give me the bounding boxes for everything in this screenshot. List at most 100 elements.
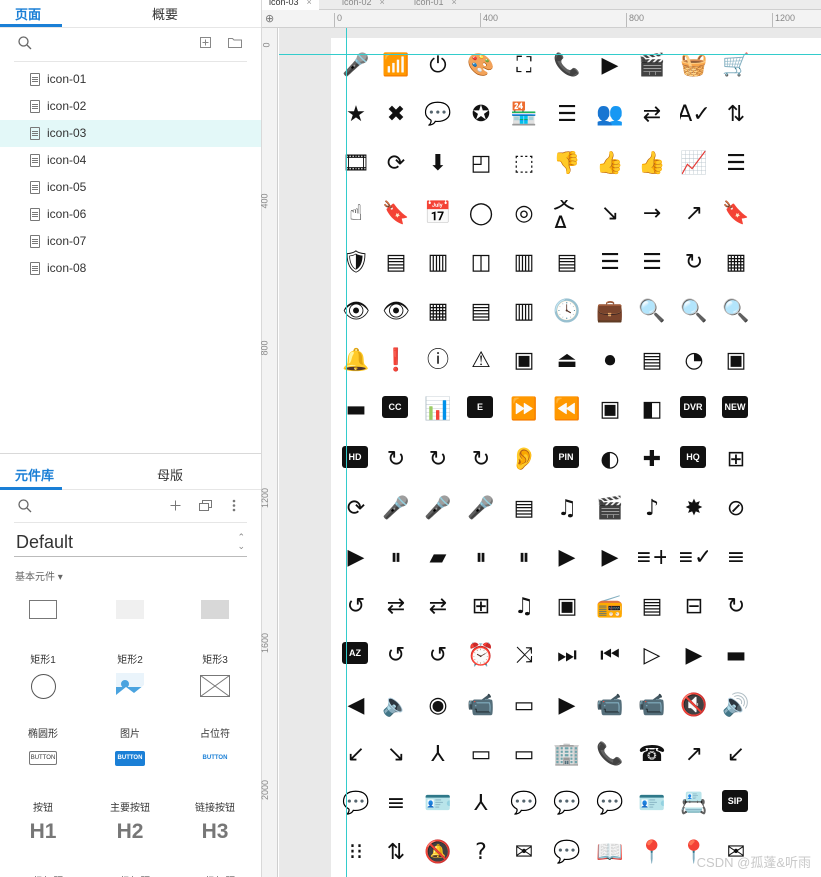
icon-r13-c10-icon[interactable]: ▬ [722, 642, 750, 670]
icon-r15-c2-icon[interactable]: ↘ [382, 741, 410, 769]
icon-r12-c3-icon[interactable]: ⇄ [424, 593, 452, 621]
icon-r12-c8-icon[interactable]: ▤ [638, 593, 666, 621]
icon-r3-c5-icon[interactable]: ⬚ [510, 150, 538, 178]
icon-r10-c3-icon[interactable]: 🎤 [424, 495, 452, 523]
icon-r1-c8-icon[interactable]: 🎬 [638, 52, 666, 80]
icon-r1-c6-icon[interactable]: 📞 [553, 52, 581, 80]
icon-r2-c4-icon[interactable]: ✪ [467, 101, 495, 129]
icon-r15-c4-icon[interactable]: ▭ [467, 741, 495, 769]
icon-r7-c8-icon[interactable]: ▤ [638, 347, 666, 375]
icon-r2-c8-icon[interactable]: ⇄ [638, 101, 666, 129]
icon-r10-c8-icon[interactable]: ♪ [638, 495, 666, 523]
icon-r17-c7-icon[interactable]: 📖 [596, 839, 624, 867]
icon-r14-c4-icon[interactable]: 📹 [467, 692, 495, 720]
page-item-icon-01[interactable]: icon-01 [0, 66, 261, 93]
icon-r2-c10-icon[interactable]: ⇅ [722, 101, 750, 129]
icon-r4-c6-icon[interactable]: 文A [553, 200, 581, 228]
icon-r4-c2-icon[interactable]: 🔖 [382, 200, 410, 228]
icon-r14-c10-icon[interactable]: 🔊 [722, 692, 750, 720]
icon-r9-c4-icon[interactable]: ↻ [467, 446, 495, 474]
widget-h[interactable]: H1 一级标题 [8, 818, 78, 877]
icon-r1-c10-icon[interactable]: 🛒 [722, 52, 750, 80]
icon-r2-c7-icon[interactable]: 👥 [596, 101, 624, 129]
icon-r2-c5-icon[interactable]: 🏪 [510, 101, 538, 129]
search-icon[interactable] [18, 36, 32, 50]
page-item-icon-06[interactable]: icon-06 [0, 201, 261, 228]
widget-category[interactable]: 基本元件 ▾ [15, 568, 63, 583]
icon-r5-c9-icon[interactable]: ↻ [680, 249, 708, 277]
icon-r11-c5-icon[interactable]: ⏸ [510, 544, 538, 572]
icon-r14-c2-icon[interactable]: 🔈 [382, 692, 410, 720]
icon-r2-c6-icon[interactable]: ☰ [553, 101, 581, 129]
icon-r4-c10-icon[interactable]: 🔖 [722, 200, 750, 228]
tab-outline[interactable]: 概要 [152, 4, 178, 23]
icon-r7-c3-icon[interactable]: ⓘ [424, 347, 452, 375]
icon-r15-c10-icon[interactable]: ↙ [722, 741, 750, 769]
icon-r5-c4-icon[interactable]: ◫ [467, 249, 495, 277]
library-dropdown[interactable]: Default ⌃ ⌄ [14, 529, 247, 557]
icon-r1-c7-icon[interactable]: ▶ [596, 52, 624, 80]
icon-r13-c7-icon[interactable]: ⏮ [596, 642, 624, 670]
widget-h[interactable]: H3 三级标题 [180, 818, 250, 877]
copy-icon[interactable] [199, 500, 212, 511]
icon-r13-c6-icon[interactable]: ⏭ [553, 642, 581, 670]
icon-r13-c9-icon[interactable]: ▶ [680, 642, 708, 670]
icon-r11-c4-icon[interactable]: ⏸ [467, 544, 495, 572]
icon-r4-c9-icon[interactable]: ↗ [680, 200, 708, 228]
icon-r3-c10-icon[interactable]: ☰ [722, 150, 750, 178]
tab-icon-03[interactable]: icon-03 × [262, 0, 319, 10]
icon-r10-c2-icon[interactable]: 🎤 [382, 495, 410, 523]
icon-r7-c2-icon[interactable]: ❗ [382, 347, 410, 375]
icon-r16-c7-icon[interactable]: 💬 [596, 790, 624, 818]
tab-icon-01[interactable]: icon-01 × [407, 0, 464, 10]
search-icon[interactable] [18, 499, 32, 513]
icon-r9-c5-icon[interactable]: 👂 [510, 446, 538, 474]
icon-r4-c3-icon[interactable]: 📅 [424, 200, 452, 228]
icon-r6-c2-icon[interactable]: 👁 [382, 298, 410, 326]
tab-icon-02[interactable]: icon-02 × [335, 0, 392, 10]
icon-r11-c7-icon[interactable]: ▶ [596, 544, 624, 572]
icon-r3-c9-icon[interactable]: 📈 [680, 150, 708, 178]
add-folder-icon[interactable] [228, 37, 242, 48]
tab-pages[interactable]: 页面 [15, 4, 41, 23]
crosshair-icon[interactable]: ⊕ [265, 12, 274, 25]
icon-r9-c10-icon[interactable]: ⊞ [722, 446, 750, 474]
icon-r7-c9-icon[interactable]: ◔ [680, 347, 708, 375]
icon-r5-c3-icon[interactable]: ▥ [424, 249, 452, 277]
icon-r8-c5-icon[interactable]: ⏩ [510, 396, 538, 424]
icon-r6-c6-icon[interactable]: 🕓 [553, 298, 581, 326]
icon-r12-c9-icon[interactable]: ⊟ [680, 593, 708, 621]
icon-r11-c8-icon[interactable]: ≡+ [638, 544, 666, 572]
icon-r10-c4-icon[interactable]: 🎤 [467, 495, 495, 523]
icon-r6-c7-icon[interactable]: 💼 [596, 298, 624, 326]
icon-r11-c9-icon[interactable]: ≡✓ [680, 544, 708, 572]
icon-r5-c7-icon[interactable]: ☰ [596, 249, 624, 277]
icon-r9-c6-icon[interactable]: PIN [553, 445, 579, 468]
icon-r9-c3-icon[interactable]: ↻ [424, 446, 452, 474]
icon-r11-c3-icon[interactable]: ▰ [424, 544, 452, 572]
icon-r12-c10-icon[interactable]: ↻ [722, 593, 750, 621]
icon-r16-c4-icon[interactable]: ⅄ [467, 790, 495, 818]
icon-r8-c3-icon[interactable]: 📊 [424, 396, 452, 424]
icon-r8-c8-icon[interactable]: ◧ [638, 396, 666, 424]
icon-r11-c2-icon[interactable]: ⏸ [382, 544, 410, 572]
icon-r15-c7-icon[interactable]: 📞 [596, 741, 624, 769]
close-icon[interactable]: × [380, 0, 385, 7]
icon-r3-c6-icon[interactable]: 👎 [553, 150, 581, 178]
icon-r15-c5-icon[interactable]: ▭ [510, 741, 538, 769]
icon-r6-c4-icon[interactable]: ▤ [467, 298, 495, 326]
icon-r11-c10-icon[interactable]: ≡ [722, 544, 750, 572]
widget-placeholder[interactable]: 占位符 [180, 670, 250, 740]
widget-rect1[interactable]: 矩形1 [8, 596, 78, 666]
widget-h[interactable]: H2 二级标题 [95, 818, 165, 877]
icon-r3-c8-icon[interactable]: 👍 [638, 150, 666, 178]
icon-r1-c2-icon[interactable]: 📶 [382, 52, 410, 80]
horizontal-guide[interactable] [279, 54, 821, 55]
icon-r7-c7-icon[interactable]: ⏺ [596, 347, 624, 375]
icon-r8-c6-icon[interactable]: ⏪ [553, 396, 581, 424]
vertical-guide[interactable] [346, 28, 347, 877]
icon-r14-c5-icon[interactable]: ▭ [510, 692, 538, 720]
icon-r5-c8-icon[interactable]: ☰ [638, 249, 666, 277]
page-item-icon-05[interactable]: icon-05 [0, 174, 261, 201]
icon-r14-c7-icon[interactable]: 📹 [596, 692, 624, 720]
